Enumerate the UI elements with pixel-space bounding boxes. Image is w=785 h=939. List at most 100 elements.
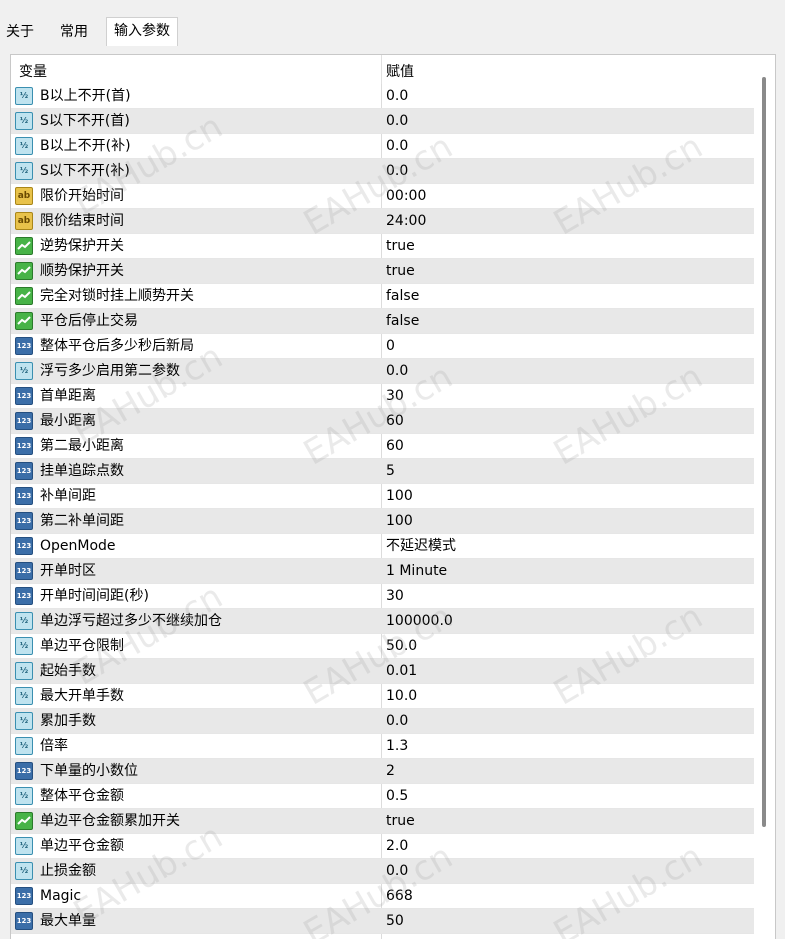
table-row[interactable]: 顺势保护开关 true (11, 259, 755, 284)
table-row[interactable]: ½ 倍率 1.3 (11, 734, 755, 759)
table-row[interactable]: ½ 单边平仓金额 2.0 (11, 834, 755, 859)
table-row[interactable]: 123 挂单追踪点数 5 (11, 459, 755, 484)
tab-common[interactable]: 常用 (54, 20, 94, 44)
tab-about[interactable]: 关于 (0, 20, 40, 44)
parameter-value[interactable]: 0.0 (386, 359, 408, 383)
parameter-name: 累加手数 (40, 713, 96, 729)
boolean-type-icon (15, 812, 33, 830)
parameter-value[interactable]: 0 (386, 334, 395, 358)
parameter-name: B以上不开(补) (40, 138, 131, 154)
parameter-value[interactable]: 100 (386, 484, 413, 508)
table-row[interactable]: ab 限价结束时间 24:00 (11, 209, 755, 234)
parameter-value[interactable]: 0.0 (386, 859, 408, 883)
parameter-value[interactable]: 00:00 (386, 184, 426, 208)
scrollbar-thumb[interactable] (762, 77, 766, 827)
parameter-value[interactable]: true (386, 234, 415, 258)
parameter-value[interactable]: 0.0 (386, 709, 408, 733)
string-type-icon: ab (15, 212, 33, 230)
table-row[interactable]: 123 下单量的小数位 2 (11, 759, 755, 784)
parameter-value[interactable]: 不延迟模式 (386, 534, 456, 558)
parameter-value[interactable]: 0.0 (386, 159, 408, 183)
parameter-name: 整体平仓金额 (40, 788, 124, 804)
table-header: 变量 赋值 (11, 55, 755, 84)
parameter-value[interactable]: 1.3 (386, 734, 408, 758)
table-row[interactable]: 平仓后停止交易 false (11, 309, 755, 334)
table-row[interactable]: 123 开单时区 1 Minute (11, 559, 755, 584)
table-row[interactable]: 123 最大单量 50 (11, 909, 755, 934)
parameter-value[interactable]: 0.0 (386, 134, 408, 158)
double-type-icon: ½ (15, 737, 33, 755)
table-row[interactable]: 123 补单间距 100 (11, 484, 755, 509)
table-row[interactable]: ab 限价开始时间 00:00 (11, 184, 755, 209)
vertical-scrollbar[interactable] (754, 55, 775, 939)
column-divider[interactable] (381, 55, 382, 84)
parameter-value[interactable]: 50 (386, 909, 404, 933)
table-row[interactable]: ½ S以下不开(补) 0.0 (11, 159, 755, 184)
parameter-value[interactable]: 60 (386, 409, 404, 433)
table-row[interactable]: 单边平仓金额累加开关 true (11, 809, 755, 834)
parameter-value[interactable]: 10.0 (386, 684, 417, 708)
table-row[interactable]: 123 第二补单间距 100 (11, 509, 755, 534)
parameter-value[interactable]: 30 (386, 584, 404, 608)
parameter-value[interactable]: 100000.0 (386, 609, 453, 633)
parameter-value[interactable]: 0.01 (386, 659, 417, 683)
table-row[interactable]: ½ 浮亏多少启用第二参数 0.0 (11, 359, 755, 384)
inputs-table-panel: 变量 赋值 ½ B以上不开(首) 0.0 ½ S以下不开(首) 0.0 ½ B以上不开(补) 0… (10, 54, 776, 939)
parameter-name: 起始手数 (40, 663, 96, 679)
table-row[interactable]: ½ S以下不开(首) 0.0 (11, 109, 755, 134)
parameter-name: 单边平仓金额累加开关 (40, 813, 180, 829)
table-row[interactable]: 123 OpenMode 不延迟模式 (11, 534, 755, 559)
table-row[interactable]: ½ 最大开单手数 10.0 (11, 684, 755, 709)
table-row[interactable]: 123 整体平仓后多少秒后新局 0 (11, 334, 755, 359)
parameter-value[interactable]: 0.5 (386, 784, 408, 808)
parameter-value[interactable]: 2.0 (386, 834, 408, 858)
integer-type-icon: 123 (15, 337, 33, 355)
integer-type-icon: 123 (15, 562, 33, 580)
parameter-value[interactable]: 668 (386, 884, 413, 908)
table-row[interactable]: ½ B以上不开(补) 0.0 (11, 134, 755, 159)
table-row[interactable]: ½ 单边平仓限制 50.0 (11, 634, 755, 659)
parameter-value[interactable]: 5 (386, 459, 395, 483)
table-row[interactable]: 完全对锁时挂上顺势开关 false (11, 284, 755, 309)
table-row[interactable]: ½ B以上不开(首) 0.0 (11, 84, 755, 109)
parameter-value[interactable]: 0.0 (386, 84, 408, 108)
parameter-name: 开单时间间距(秒) (40, 588, 149, 604)
parameter-value[interactable]: 50.0 (386, 634, 417, 658)
table-row[interactable]: 123 开单时间间距(秒) 30 (11, 584, 755, 609)
parameter-value[interactable]: true (386, 809, 415, 833)
parameter-value[interactable]: true (386, 259, 415, 283)
parameter-value[interactable]: 100 (386, 509, 413, 533)
table-row[interactable]: 123 第二最小距离 60 (11, 434, 755, 459)
table-row[interactable]: 123 Magic 668 (11, 884, 755, 909)
parameter-name: 第二最小距离 (40, 438, 124, 454)
tab-inputs[interactable]: 输入参数 (106, 17, 178, 46)
parameter-value[interactable]: 2 (386, 759, 395, 783)
column-header-variable[interactable]: 变量 (19, 61, 47, 81)
parameter-value[interactable]: 30 (386, 384, 404, 408)
parameter-value[interactable]: false (386, 309, 419, 333)
integer-type-icon: 123 (15, 887, 33, 905)
table-row[interactable]: ½ 止损金额 0.0 (11, 859, 755, 884)
parameter-value[interactable]: 0.0 (386, 109, 408, 133)
table-row[interactable]: ½ 整体平仓金额 0.5 (11, 784, 755, 809)
table-row[interactable]: 123 首单距离 30 (11, 384, 755, 409)
table-row[interactable]: ½ 单边浮亏超过多少不继续加仓 100000.0 (11, 609, 755, 634)
parameter-value[interactable]: 24:00 (386, 209, 426, 233)
parameter-name: 补单间距 (40, 488, 96, 504)
double-type-icon: ½ (15, 612, 33, 630)
parameter-value[interactable]: 1 Minute (386, 559, 447, 583)
table-row[interactable]: 逆势保护开关 true (11, 234, 755, 259)
table-row[interactable]: 123 最小距离 60 (11, 409, 755, 434)
parameter-name: S以下不开(首) (40, 113, 130, 129)
parameter-value[interactable]: false (386, 284, 419, 308)
parameter-value[interactable]: 60 (386, 434, 404, 458)
parameter-name: 浮亏多少启用第二参数 (40, 363, 180, 379)
boolean-type-icon (15, 237, 33, 255)
column-header-value[interactable]: 赋值 (386, 61, 414, 81)
parameter-name: 最大单量 (40, 913, 96, 929)
double-type-icon: ½ (15, 137, 33, 155)
table-row[interactable]: ½ 累加手数 0.0 (11, 709, 755, 734)
double-type-icon: ½ (15, 687, 33, 705)
parameter-name: 完全对锁时挂上顺势开关 (40, 288, 194, 304)
table-row[interactable]: ½ 起始手数 0.01 (11, 659, 755, 684)
